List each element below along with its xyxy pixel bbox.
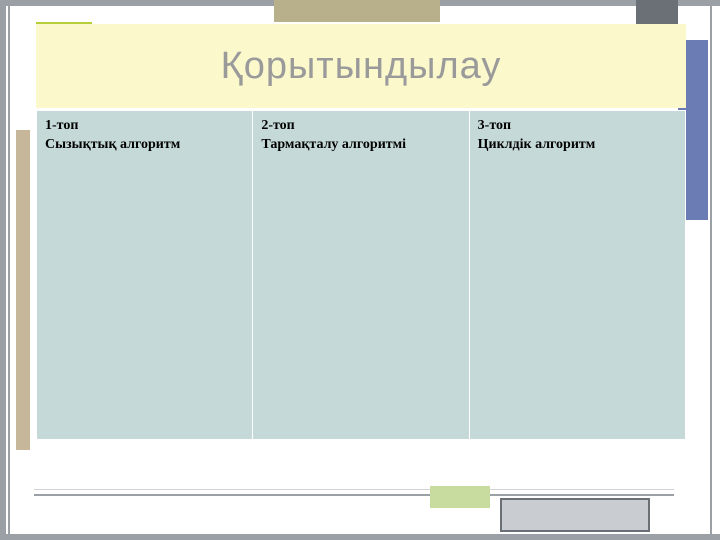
frame-left-line xyxy=(8,0,10,540)
group-label: 1-топ xyxy=(45,117,244,136)
cell-group-3: 3-топ Циклдік алгоритм xyxy=(469,111,685,440)
frame-bottom-line xyxy=(34,494,674,496)
frame-bottom xyxy=(0,534,720,540)
title-band: Қорытындылау xyxy=(36,24,686,108)
frame-right-line xyxy=(710,0,712,540)
accent-green-small xyxy=(430,486,490,508)
accent-gray-box xyxy=(500,498,650,532)
slide-title: Қорытындылау xyxy=(221,45,502,88)
group-label: 3-топ xyxy=(478,117,677,136)
slide: Қорытындылау 1-топ Сызықтық алгоритм 2-т… xyxy=(0,0,720,540)
group-label: 2-топ xyxy=(261,117,460,136)
accent-olive-1 xyxy=(274,0,394,22)
groups-table-wrap: 1-топ Сызықтық алгоритм 2-топ Тармақталу… xyxy=(36,110,686,440)
cell-group-2: 2-топ Тармақталу алгоритмі xyxy=(253,111,469,440)
group-topic: Тармақталу алгоритмі xyxy=(261,136,460,155)
frame-bottom-thin xyxy=(34,489,674,490)
group-topic: Циклдік алгоритм xyxy=(478,136,677,155)
groups-table: 1-топ Сызықтық алгоритм 2-топ Тармақталу… xyxy=(36,110,686,440)
group-topic: Сызықтық алгоритм xyxy=(45,136,244,155)
accent-tan xyxy=(16,130,30,450)
frame-left xyxy=(0,0,6,540)
cell-group-1: 1-топ Сызықтық алгоритм xyxy=(37,111,253,440)
accent-olive-2 xyxy=(394,0,440,22)
table-row: 1-топ Сызықтық алгоритм 2-топ Тармақталу… xyxy=(37,111,686,440)
